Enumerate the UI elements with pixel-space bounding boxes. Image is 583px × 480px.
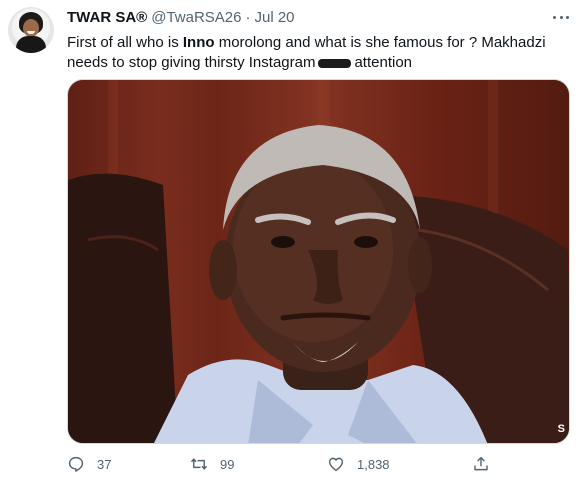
reply-button[interactable]: 37 [67, 455, 111, 473]
more-dot [553, 15, 556, 19]
share-icon [474, 456, 488, 471]
tweet-media-image[interactable]: S [67, 79, 570, 444]
share-button[interactable] [472, 455, 490, 473]
tweet-text-part3: attention [354, 54, 413, 71]
tweet-text-bold: Inno [182, 34, 215, 51]
tweet-header: TWAR SA® @TwaRSA26 · Jul 20 [67, 9, 295, 26]
like-button[interactable]: 1,838 [327, 455, 390, 473]
reply-count: 37 [97, 456, 112, 472]
like-count: 1,838 [357, 456, 390, 472]
like-icon [328, 457, 344, 472]
tweet-date[interactable]: Jul 20 [254, 9, 294, 26]
retweet-count: 99 [220, 456, 235, 472]
avatar-body [16, 36, 46, 53]
author-name[interactable]: TWAR SA® [67, 9, 147, 26]
more-dot [559, 15, 563, 19]
tweet-text: First of all who is Inno morolong and wh… [67, 33, 567, 73]
more-dot [566, 15, 569, 19]
author-handle[interactable]: @TwaRSA26 [151, 9, 241, 26]
separator-dot: · [245, 9, 251, 26]
avatar[interactable] [8, 7, 54, 53]
reply-icon [68, 456, 84, 472]
retweet-icon [190, 458, 208, 470]
redaction-mark [318, 58, 352, 68]
avatar-face [23, 19, 39, 37]
media-photo [68, 80, 569, 443]
retweet-button[interactable]: 99 [190, 455, 234, 473]
more-options-icon[interactable] [549, 8, 573, 26]
media-watermark: S [557, 423, 565, 435]
tweet-actions: 37 99 1,838 [67, 455, 507, 475]
tweet: TWAR SA® @TwaRSA26 · Jul 20 First of all… [0, 0, 583, 480]
tweet-text-part1: First of all who is [67, 34, 183, 51]
